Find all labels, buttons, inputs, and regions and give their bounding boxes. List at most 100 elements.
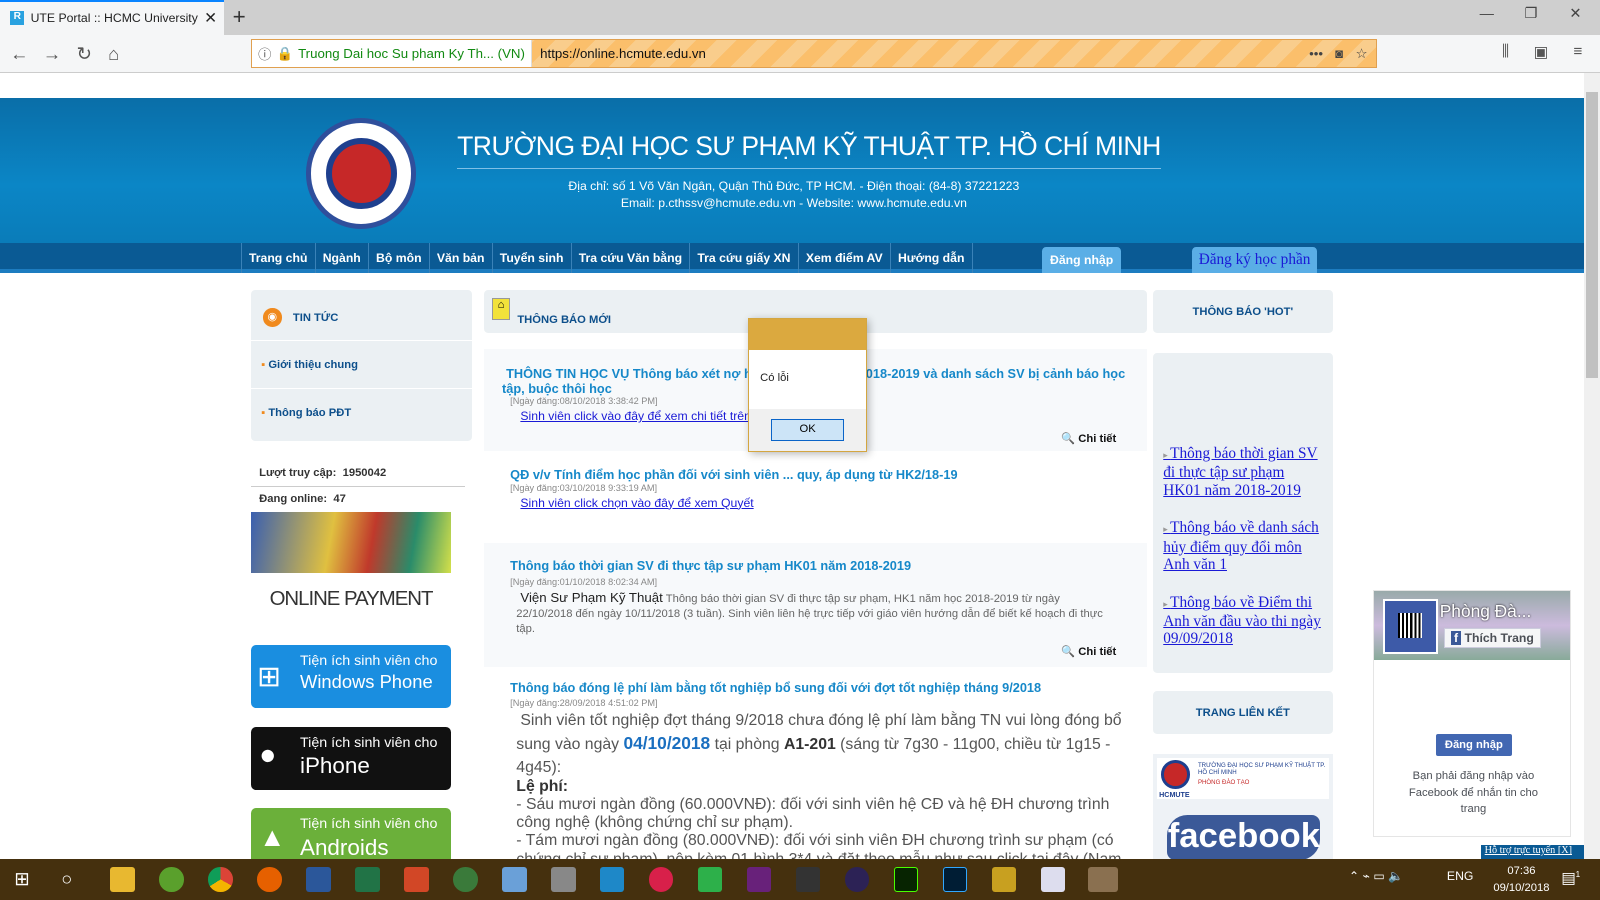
online-support-link[interactable]: Hỗ trợ trực tuyến [X] — [1480, 844, 1584, 860]
app-icon[interactable] — [453, 867, 478, 892]
file-explorer-icon[interactable] — [110, 867, 135, 892]
hot-link[interactable]: ▸ Thông báo thời gian SV đi thực tập sư … — [1163, 445, 1322, 499]
hot-link[interactable]: ▸ Thông báo về Điểm thi Anh văn đầu vào … — [1163, 594, 1322, 648]
menu-tra-cuu-giay-xn[interactable]: Tra cứu giấy XN — [690, 242, 799, 274]
detail-link[interactable]: 🔍 Chi tiết — [1061, 432, 1116, 445]
visit-counter: Lượt truy cập: 1950042 — [259, 467, 387, 480]
menu-van-ban[interactable]: Văn bản — [430, 242, 493, 274]
fb-page-name[interactable]: Phòng Đà... — [1440, 601, 1532, 622]
pdt-banner[interactable]: HCMUTE TRƯỜNG ĐẠI HỌC SƯ PHẠM KỸ THUẬT T… — [1157, 758, 1329, 799]
new-tab-button[interactable]: + — [233, 4, 246, 30]
dialog-message: Có lỗi — [760, 372, 789, 385]
pocket-icon[interactable]: ◙ — [1335, 46, 1343, 62]
web-page: TRƯỜNG ĐẠI HỌC SƯ PHẠM KỸ THUẬT TP. HỒ C… — [0, 73, 1584, 860]
menu-tuyen-sinh[interactable]: Tuyển sinh — [493, 242, 572, 274]
excel-icon[interactable] — [355, 867, 380, 892]
tray-icons[interactable]: ⌃ ⌁ ▭ 🔈 — [1349, 869, 1404, 883]
fb-like-button[interactable]: f Thích Trang — [1443, 627, 1541, 648]
notification-icon[interactable]: ▤1 — [1561, 869, 1580, 888]
back-icon[interactable]: ← — [10, 43, 28, 65]
menu-nganh[interactable]: Ngành — [316, 242, 369, 274]
android-app-button[interactable]: ▲ Tiện ích sinh viên cho Androids — [251, 808, 451, 860]
photoshop-icon[interactable] — [942, 867, 968, 892]
register-course-button[interactable]: Đăng ký học phần — [1191, 246, 1318, 274]
app-icon[interactable] — [1040, 867, 1066, 892]
news-item: Thông báo đóng lệ phí làm bằng tốt nghiệ… — [484, 680, 1147, 859]
facebook-link[interactable]: facebook — [1167, 815, 1321, 860]
ok-button[interactable]: OK — [770, 419, 845, 441]
app-icon[interactable] — [159, 867, 184, 892]
bookmark-star-icon[interactable]: ☆ — [1355, 46, 1367, 62]
news-item-date: [Ngày đăng:01/10/2018 8:02:34 AM] — [510, 576, 658, 587]
firefox-icon[interactable] — [257, 867, 282, 892]
menu-xem-diem-av[interactable]: Xem điểm AV — [799, 242, 891, 274]
app-icon[interactable] — [599, 867, 625, 892]
menu-huong-dan[interactable]: Hướng dẫn — [891, 242, 973, 274]
tab-title: UTE Portal :: HCMC University of Technol… — [30, 11, 198, 26]
sidebar-icon[interactable]: ▣ — [1534, 43, 1548, 62]
app-icon[interactable] — [502, 867, 527, 892]
news-item-link[interactable]: Sinh viên click chọn vào đây để xem Quyế… — [484, 496, 1147, 510]
news-item: QĐ v/v Tính điểm học phần đối với sinh v… — [484, 468, 1147, 609]
app-icon[interactable] — [991, 867, 1017, 892]
start-icon[interactable]: ⊞ — [14, 868, 29, 890]
scrollbar-thumb[interactable] — [1585, 91, 1598, 378]
unity-icon[interactable] — [795, 867, 821, 892]
address-bar[interactable]: ⓘ 🔒 Truong Dai hoc Su pham Ky Th... (VN) h… — [251, 38, 1377, 69]
site-identity[interactable]: ⓘ 🔒 Truong Dai hoc Su pham Ky Th... (VN) — [252, 39, 533, 68]
news-item-title[interactable]: Thông báo đóng lệ phí làm bằng tốt nghiệ… — [484, 680, 1147, 695]
forward-icon[interactable]: → — [43, 43, 61, 65]
links-header: TRANG LIÊN KẾT — [1153, 690, 1333, 734]
reload-icon[interactable]: ↻ — [77, 43, 92, 65]
iphone-app-button[interactable]: ● Tiện ích sinh viên cho iPhone — [251, 726, 451, 790]
detail-link[interactable]: 🔍 Chi tiết — [1061, 645, 1116, 658]
address: Địa chỉ: số 1 Võ Văn Ngân, Quận Thủ Đức,… — [568, 178, 1020, 193]
online-payment-banner[interactable]: ONLINE PAYMENT — [251, 512, 451, 614]
minimize-icon[interactable]: — — [1480, 6, 1494, 22]
menu-icon[interactable]: ≡ — [1573, 43, 1582, 61]
windows-phone-app-button[interactable]: ⊞ Tiện ích sinh viên cho Windows Phone — [251, 644, 451, 709]
news-item: Thông báo thời gian SV đi thực tập sư ph… — [484, 559, 1147, 658]
language-indicator[interactable]: ENG — [1447, 869, 1474, 883]
clock[interactable]: 07:36 09/10/2018 — [1490, 863, 1553, 896]
app-icon[interactable] — [648, 867, 674, 892]
browser-tab[interactable]: R UTE Portal :: HCMC University of Techn… — [0, 0, 225, 35]
hot-link[interactable]: ▸ Thông báo về danh sách hủy điểm quy đổ… — [1163, 519, 1322, 573]
app-icon[interactable] — [551, 867, 576, 892]
close-tab-icon[interactable]: ✕ — [204, 9, 224, 28]
news-item-body: Viện Sư Phạm Kỹ Thuật Thông báo thời gia… — [516, 589, 1103, 636]
powerpoint-icon[interactable] — [404, 867, 429, 892]
hot-notices-header: THÔNG BÁO 'HOT' — [1153, 289, 1333, 333]
linked-sites: HCMUTE TRƯỜNG ĐẠI HỌC SƯ PHẠM KỸ THUẬT T… — [1153, 754, 1333, 860]
menu-bo-mon[interactable]: Bộ môn — [369, 242, 430, 274]
fb-login-button[interactable]: Đăng nhập — [1435, 733, 1512, 756]
url-text[interactable]: https://online.hcmute.edu.vn — [532, 46, 1309, 61]
chrome-icon[interactable] — [208, 867, 233, 892]
login-button[interactable]: Đăng nhập — [1041, 246, 1122, 274]
android-icon: ▲ — [259, 822, 286, 853]
word-icon[interactable] — [306, 867, 331, 892]
search-icon[interactable]: ○ — [61, 868, 72, 890]
news-item-title[interactable]: Thông báo thời gian SV đi thực tập sư ph… — [484, 559, 1147, 573]
app-icon[interactable] — [697, 867, 723, 892]
menu-tra-cuu-van-bang[interactable]: Tra cứu Văn bằng — [572, 242, 691, 274]
visual-studio-icon[interactable] — [746, 867, 772, 892]
fb-note: Bạn phải đăng nhập vào Facebook để nhắn … — [1408, 770, 1538, 815]
link-gioi-thieu[interactable]: ▪ Giới thiệu chung — [261, 359, 358, 371]
library-icon[interactable]: ⫼ — [1502, 43, 1509, 61]
identity-text: Truong Dai hoc Su pham Ky Th... (VN) — [298, 46, 525, 62]
menu-trang-chu[interactable]: Trang chủ — [242, 242, 316, 274]
news-item-date: [Ngày đăng:03/10/2018 9:33:19 AM] — [510, 482, 658, 493]
dreamweaver-icon[interactable] — [893, 867, 919, 892]
close-window-icon[interactable]: ✕ — [1569, 6, 1581, 22]
more-icon[interactable]: ••• — [1309, 46, 1323, 62]
lock-icon: 🔒 — [276, 45, 293, 61]
maximize-icon[interactable]: ❐ — [1524, 6, 1537, 22]
news-item-title[interactable]: QĐ v/v Tính điểm học phần đối với sinh v… — [484, 468, 1147, 482]
link-thong-bao-pdt[interactable]: ▪ Thông báo PĐT — [261, 407, 351, 419]
favicon-icon: R — [10, 11, 25, 26]
home-icon[interactable]: ⌂ — [108, 43, 119, 65]
new-notices-title: THÔNG BÁO MỚI — [517, 314, 612, 327]
eclipse-icon[interactable] — [844, 867, 870, 892]
active-app-icon[interactable] — [1087, 867, 1119, 892]
